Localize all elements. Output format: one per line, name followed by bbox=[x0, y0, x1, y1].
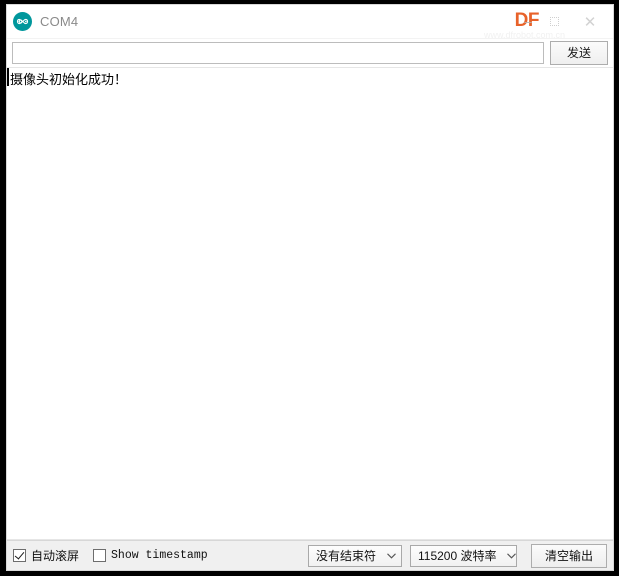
send-row: 发送 bbox=[7, 38, 613, 67]
send-button[interactable]: 发送 bbox=[550, 41, 608, 65]
baud-rate-value: 115200 波特率 bbox=[418, 549, 497, 563]
serial-output-area[interactable]: 摄像头初始化成功！ bbox=[7, 67, 613, 540]
statusbar: 自动滚屏 Show timestamp 没有结束符 115200 波特率 清空输… bbox=[7, 540, 613, 570]
text-caret bbox=[7, 68, 9, 86]
chevron-down-icon bbox=[506, 552, 516, 559]
maximize-icon bbox=[549, 17, 559, 26]
line-ending-select[interactable]: 没有结束符 bbox=[308, 544, 402, 567]
window-title: COM4 bbox=[40, 14, 79, 29]
maximize-button[interactable] bbox=[541, 5, 567, 38]
show-timestamp-checkbox[interactable] bbox=[93, 549, 107, 562]
line-ending-value: 没有结束符 bbox=[316, 549, 377, 563]
window-inner: COM4 DF www.dfrobot.com.cn – ✕ 发送 摄像头初始化… bbox=[6, 4, 614, 571]
console-line: 摄像头初始化成功！ bbox=[10, 72, 128, 87]
autoscroll-label: 自动滚屏 bbox=[31, 549, 80, 563]
window-controls: – ✕ bbox=[515, 5, 613, 38]
arduino-infinity-icon bbox=[13, 12, 32, 31]
serial-monitor-window: COM4 DF www.dfrobot.com.cn – ✕ 发送 摄像头初始化… bbox=[0, 0, 619, 576]
minimize-button[interactable]: – bbox=[515, 5, 541, 38]
clear-output-button[interactable]: 清空输出 bbox=[531, 543, 607, 568]
chevron-down-icon bbox=[386, 552, 397, 559]
show-timestamp-label: Show timestamp bbox=[111, 549, 208, 562]
autoscroll-checkbox[interactable] bbox=[13, 549, 26, 562]
show-timestamp-checkbox-group[interactable]: Show timestamp bbox=[93, 549, 208, 562]
autoscroll-checkbox-group[interactable]: 自动滚屏 bbox=[13, 547, 79, 564]
baud-rate-select[interactable]: 115200 波特率 bbox=[410, 544, 517, 567]
serial-send-input[interactable] bbox=[12, 42, 544, 64]
titlebar: COM4 DF www.dfrobot.com.cn – ✕ bbox=[7, 5, 613, 40]
close-button[interactable]: ✕ bbox=[567, 5, 613, 38]
